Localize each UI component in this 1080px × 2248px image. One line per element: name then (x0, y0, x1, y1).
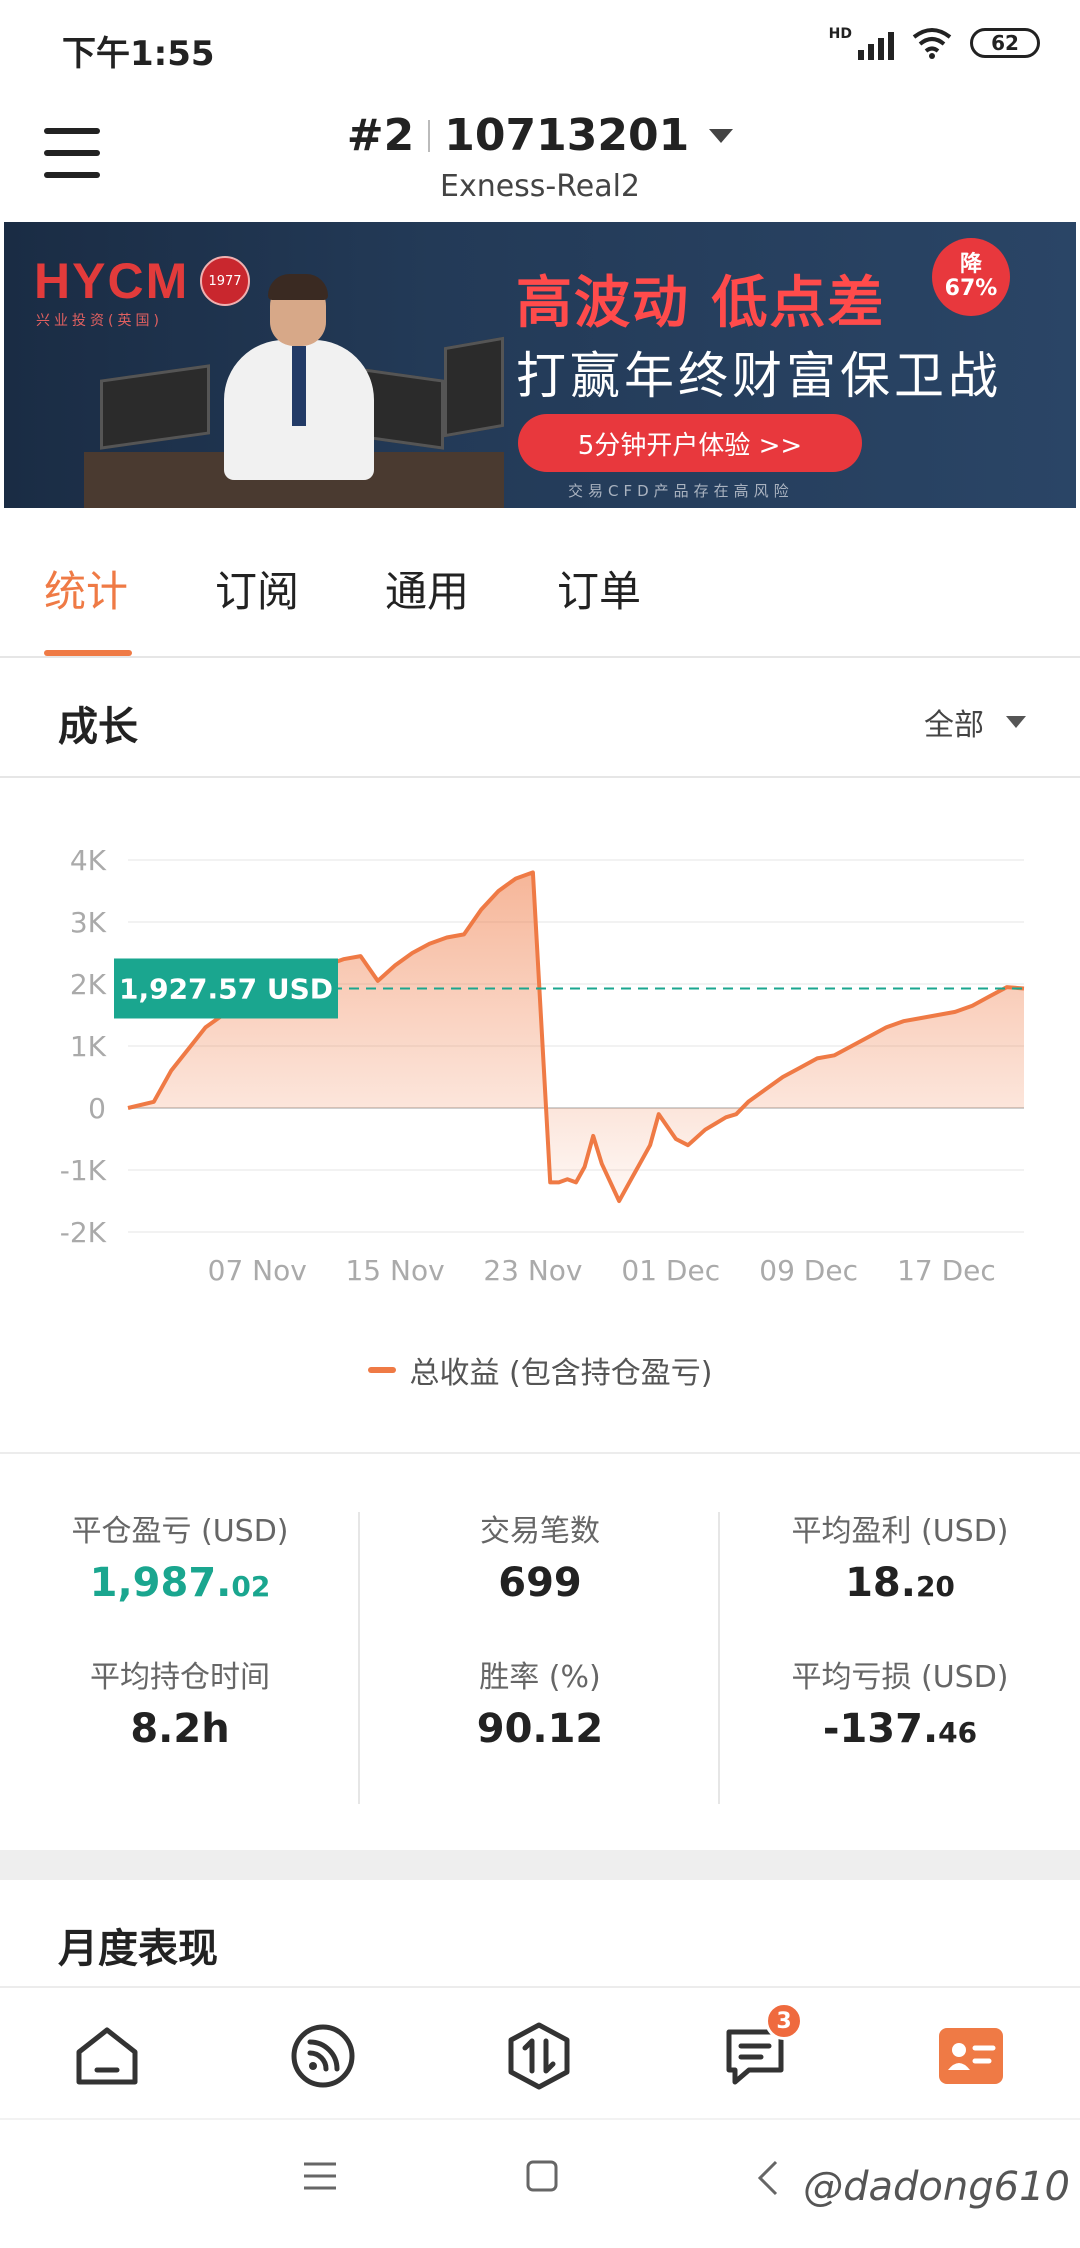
badge-top: 降 (959, 251, 982, 277)
messages-badge: 3 (765, 2002, 803, 2040)
trades-label: 交易笔数 (480, 1514, 600, 1549)
avg-hold-value: 8.2h (130, 1706, 230, 1752)
trades-value: 699 (498, 1560, 582, 1606)
y-tick-label: -2K (60, 1216, 107, 1249)
status-icons: HD 62 (829, 26, 1040, 60)
banner-headline: 高波动 低点差 (516, 271, 886, 336)
range-filter-dropdown[interactable]: 全部 (924, 700, 1026, 744)
nav-trade[interactable] (501, 2018, 577, 2094)
x-tick-label: 09 Dec (759, 1254, 858, 1287)
home-button-icon[interactable] (526, 2160, 558, 2192)
chart-legend[interactable]: 总收益 (包含持仓盈亏) (0, 1348, 1080, 1392)
ad-banner[interactable]: HYCM 兴业投资(英国) 1977 高波动 低点差 降 67% 打赢年终财富保… (4, 222, 1076, 508)
profile-card-icon (939, 2028, 1003, 2084)
avg-loss-value: -137.46 (822, 1706, 978, 1752)
section-title: 成长 (58, 704, 138, 750)
y-tick-label: -1K (60, 1154, 107, 1187)
trade-icon (508, 2022, 570, 2090)
growth-header: 成长 全部 (0, 660, 1080, 778)
status-bar: 下午1:55 HD 62 (0, 0, 1080, 92)
discount-badge: 降 67% (932, 238, 1010, 316)
active-tab-indicator (44, 650, 132, 656)
signal-icon: HD (829, 26, 894, 60)
account-separator (428, 119, 431, 152)
back-icon[interactable] (756, 2160, 780, 2196)
avg-hold-label: 平均持仓时间 (90, 1660, 270, 1695)
current-value-label: 1,927.57 USD (119, 972, 333, 1005)
closed-pnl-value: 1,987.02 (89, 1560, 271, 1606)
banner-logo-sub: 兴业投资(英国) (36, 313, 163, 329)
stats-column: 平均盈利 (USD) 18.20 平均亏损 (USD) -137.46 (720, 1506, 1080, 1758)
y-tick-label: 2K (70, 968, 107, 1001)
battery-level: 62 (991, 31, 1019, 55)
recent-apps-icon[interactable] (302, 2160, 338, 2192)
avg-loss-label: 平均亏损 (USD) (791, 1660, 1009, 1695)
app-header: #2 10713201 Exness-Real2 (0, 92, 1080, 222)
banner-disclaimer: 交易CFD产品存在高风险 (568, 482, 794, 500)
win-rate-label: 胜率 (%) (479, 1660, 601, 1695)
range-filter-label: 全部 (924, 708, 984, 743)
banner-logo: HYCM (34, 253, 190, 309)
x-tick-label: 17 Dec (897, 1254, 996, 1287)
system-nav-bar: @dadong610 (0, 2118, 1080, 2248)
x-tick-label: 23 Nov (483, 1254, 582, 1287)
banner-cta-button[interactable]: 5分钟开户体验 >> (518, 414, 862, 472)
battery-icon: 62 (970, 28, 1040, 58)
nav-messages[interactable]: 3 (717, 2002, 803, 2094)
legend-label: 总收益 (包含持仓盈亏) (409, 1356, 713, 1391)
closed-pnl-label: 平仓盈亏 (USD) (71, 1514, 289, 1549)
nav-home[interactable] (69, 2018, 145, 2094)
banner-person-image (194, 274, 384, 508)
home-icon (76, 2027, 138, 2085)
nav-feed[interactable] (285, 2018, 361, 2094)
feed-icon (291, 2024, 355, 2088)
avg-profit-value: 18.20 (845, 1560, 955, 1606)
account-selector[interactable]: #2 10713201 Exness-Real2 (0, 110, 1080, 204)
y-tick-label: 1K (70, 1030, 107, 1063)
banner-subline: 打赢年终财富保卫战 (516, 347, 1002, 405)
badge-bottom: 67% (944, 276, 998, 301)
chevron-down-icon (709, 128, 734, 143)
server-name: Exness-Real2 (439, 169, 641, 204)
tab-subscribe[interactable]: 订阅 (215, 558, 299, 619)
tab-bar: 统计 订阅 通用 订单 (0, 510, 1080, 658)
laptop-image (444, 336, 504, 438)
win-rate-value: 90.12 (476, 1706, 604, 1752)
chevron-down-icon (1006, 716, 1026, 728)
wifi-icon (912, 28, 952, 59)
growth-chart: 4K 3K 2K 1K 0 -1K -2K 07 Nov 15 Nov 23 Nov 01 Dec… (0, 780, 1080, 1454)
growth-chart-svg: 4K 3K 2K 1K 0 -1K -2K 07 Nov 15 Nov 23 Nov 01 Dec… (60, 844, 1025, 1287)
y-tick-label: 0 (88, 1092, 106, 1125)
tab-general[interactable]: 通用 (385, 558, 469, 619)
section-title: 月度表现 (58, 1926, 218, 1972)
legend-swatch (367, 1367, 396, 1373)
status-time: 下午1:55 (62, 34, 215, 74)
bottom-nav: 3 (0, 1986, 1080, 2118)
x-tick-label: 15 Nov (345, 1254, 444, 1287)
avg-profit-label: 平均盈利 (USD) (791, 1514, 1009, 1549)
account-number: 10713201 (444, 110, 690, 161)
tab-statistics[interactable]: 统计 (44, 558, 128, 619)
tab-orders[interactable]: 订单 (557, 558, 641, 619)
stats-column: 平仓盈亏 (USD) 1,987.02 平均持仓时间 8.2h (0, 1506, 360, 1758)
y-tick-label: 4K (70, 844, 107, 877)
y-tick-label: 3K (70, 906, 107, 939)
nav-profile[interactable] (933, 2018, 1009, 2094)
x-tick-label: 01 Dec (621, 1254, 720, 1287)
stats-panel: 平仓盈亏 (USD) 1,987.02 平均持仓时间 8.2h 交易笔数 699… (0, 1456, 1080, 1850)
account-prefix: #2 (346, 110, 415, 161)
network-type: HD (828, 26, 852, 42)
stats-column: 交易笔数 699 胜率 (%) 90.12 (360, 1506, 720, 1758)
section-gap (0, 1850, 1080, 1880)
x-tick-label: 07 Nov (208, 1254, 307, 1287)
watermark: @dadong610 (803, 2164, 1070, 2210)
monthly-performance-section: 月度表现 (0, 1880, 1080, 1986)
